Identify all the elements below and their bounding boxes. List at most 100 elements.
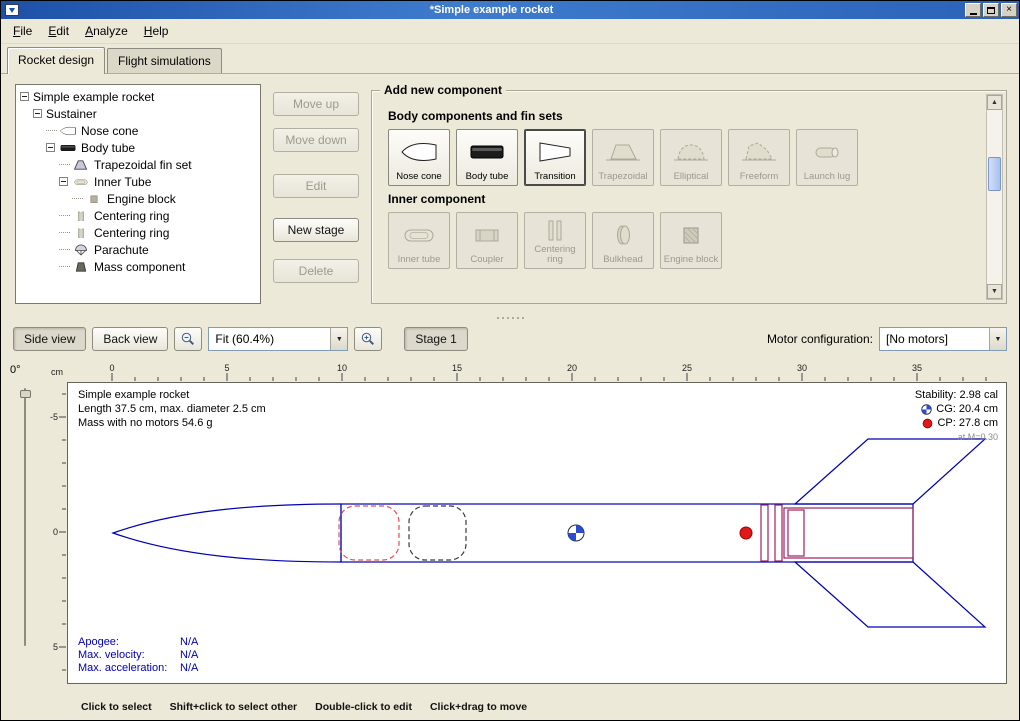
stability-info: Stability: 2.98 cal CG: 20.4 cm CP: 27.8… — [915, 388, 998, 444]
flight-stat-value: N/A — [180, 636, 198, 648]
close-icon: × — [1006, 5, 1012, 15]
tree-item-parachute[interactable]: Parachute — [16, 241, 260, 258]
menu-file[interactable]: File — [5, 21, 40, 41]
maximize-icon — [987, 7, 995, 14]
nose-cone-icon — [59, 125, 77, 137]
chevron-down-icon[interactable]: ▼ — [330, 328, 347, 350]
tree-connector — [59, 215, 70, 216]
tree-item-simple-example-rocket[interactable]: Simple example rocket — [16, 88, 260, 105]
component-button-row: Nose coneBody tubeTransitionTrapezoidalE… — [388, 129, 980, 186]
tab-flight-simulations[interactable]: Flight simulations — [107, 48, 222, 73]
menu-help[interactable]: Help — [136, 21, 177, 41]
tree-item-label: Engine block — [107, 192, 176, 206]
add-transition-button[interactable]: Transition — [524, 129, 586, 186]
edit-button: Edit — [273, 174, 359, 198]
nose-cone-outline[interactable] — [113, 504, 341, 562]
tree-item-nose-cone[interactable]: Nose cone — [16, 122, 260, 139]
inner-tube-icon — [72, 176, 90, 188]
menu-analyze[interactable]: Analyze — [77, 21, 136, 41]
pane-splitter[interactable] — [1, 314, 1019, 322]
component-button-label: Bulkhead — [603, 255, 643, 265]
rotation-slider-thumb[interactable] — [20, 390, 31, 398]
design-pane: Simple example rocketSustainerNose coneB… — [1, 74, 1019, 314]
engine-block-outline[interactable] — [788, 510, 804, 556]
section-title: Inner component — [388, 192, 980, 206]
tree-expander-icon[interactable] — [59, 177, 68, 186]
minimize-button[interactable] — [965, 3, 981, 17]
menubar: FileEditAnalyzeHelp — [1, 19, 1019, 44]
tree-item-label: Trapezoidal fin set — [94, 158, 192, 172]
flight-stat-label: Max. velocity: — [78, 649, 180, 662]
trapezoid-fin-icon — [594, 133, 652, 171]
body-tube-outline[interactable] — [341, 504, 913, 562]
add-component-panel: Add new component Body components and fi… — [371, 90, 1007, 304]
tree-expander-icon[interactable] — [46, 143, 55, 152]
add-centering-ring-button: Centering ring — [524, 212, 586, 269]
add-elliptical-button: Elliptical — [660, 129, 722, 186]
status-hint: Double-click to edit — [315, 701, 412, 713]
move-up-button: Move up — [273, 92, 359, 116]
parachute-icon — [72, 244, 90, 256]
stage-1-toggle[interactable]: Stage 1 — [404, 327, 467, 351]
component-button-label: Elliptical — [674, 172, 709, 182]
component-button-label: Body tube — [466, 172, 509, 182]
zoom-select[interactable]: Fit (60.4%) ▼ — [208, 327, 348, 351]
component-panel-scrollbar[interactable]: ▲ ▼ — [986, 94, 1003, 300]
magnifier-plus-icon — [360, 331, 376, 347]
h-ruler-tick-label: 25 — [682, 363, 692, 373]
rocket-dimensions: Length 37.5 cm, max. diameter 2.5 cm — [78, 402, 266, 416]
add-bulkhead-button: Bulkhead — [592, 212, 654, 269]
motor-configuration-select[interactable]: [No motors] ▼ — [879, 327, 1007, 351]
inner-tube-icon — [390, 216, 448, 254]
add-freeform-button: Freeform — [728, 129, 790, 186]
parachute-outline[interactable] — [339, 506, 399, 560]
flight-stat-row: Max. velocity:N/A — [78, 649, 198, 662]
centering-ring-icon — [526, 216, 584, 244]
tree-expander-icon[interactable] — [20, 92, 29, 101]
zoom-out-button[interactable] — [174, 327, 202, 351]
scrollbar-thumb[interactable] — [988, 157, 1001, 191]
centering-ring-outline[interactable] — [775, 505, 782, 561]
fin-top-outline[interactable] — [795, 439, 985, 504]
tree-item-engine-block[interactable]: Engine block — [16, 190, 260, 207]
side-view-button[interactable]: Side view — [13, 327, 86, 351]
new-stage-button[interactable]: New stage — [273, 218, 359, 242]
close-button[interactable]: × — [1001, 3, 1017, 17]
component-button-label: Freeform — [740, 172, 779, 182]
component-tree[interactable]: Simple example rocketSustainerNose coneB… — [15, 84, 261, 304]
scroll-up-icon[interactable]: ▲ — [987, 95, 1002, 110]
add-nose-cone-button[interactable]: Nose cone — [388, 129, 450, 186]
tree-item-trapezoidal-fin-set[interactable]: Trapezoidal fin set — [16, 156, 260, 173]
status-bar: Click to selectShift+click to select oth… — [1, 694, 1019, 720]
maximize-button[interactable] — [983, 3, 999, 17]
tree-item-mass-component[interactable]: Mass component — [16, 258, 260, 275]
vertical-ruler: -505 — [47, 382, 67, 684]
titlebar[interactable]: *Simple example rocket × — [1, 1, 1019, 19]
tree-item-body-tube[interactable]: Body tube — [16, 139, 260, 156]
menu-edit[interactable]: Edit — [40, 21, 77, 41]
chevron-down-icon[interactable]: ▼ — [989, 328, 1006, 350]
app-icon[interactable] — [5, 4, 20, 17]
tree-item-inner-tube[interactable]: Inner Tube — [16, 173, 260, 190]
cg-marker — [568, 525, 584, 541]
v-ruler-tick-label: 0 — [53, 527, 58, 537]
motor-configuration-label: Motor configuration: — [767, 332, 873, 346]
stability-value: Stability: 2.98 cal — [915, 388, 998, 402]
centering-ring-outline[interactable] — [761, 505, 768, 561]
component-button-row: Inner tubeCouplerCentering ringBulkheadE… — [388, 212, 980, 269]
add-body-tube-button[interactable]: Body tube — [456, 129, 518, 186]
rocket-info: Simple example rocket Length 37.5 cm, ma… — [78, 388, 266, 430]
tree-item-centering-ring[interactable]: Centering ring — [16, 224, 260, 241]
tree-item-centering-ring[interactable]: Centering ring — [16, 207, 260, 224]
scroll-down-icon[interactable]: ▼ — [987, 284, 1002, 299]
back-view-button[interactable]: Back view — [92, 327, 168, 351]
tree-expander-icon[interactable] — [33, 109, 42, 118]
rotation-slider[interactable] — [20, 388, 31, 646]
mass-component-outline[interactable] — [409, 506, 466, 560]
tree-item-sustainer[interactable]: Sustainer — [16, 105, 260, 122]
tab-rocket-design[interactable]: Rocket design — [7, 47, 105, 74]
zoom-in-button[interactable] — [354, 327, 382, 351]
inner-tube-outline[interactable] — [784, 508, 913, 558]
fin-bottom-outline[interactable] — [795, 562, 985, 627]
rocket-canvas[interactable]: Simple example rocket Length 37.5 cm, ma… — [67, 382, 1007, 684]
